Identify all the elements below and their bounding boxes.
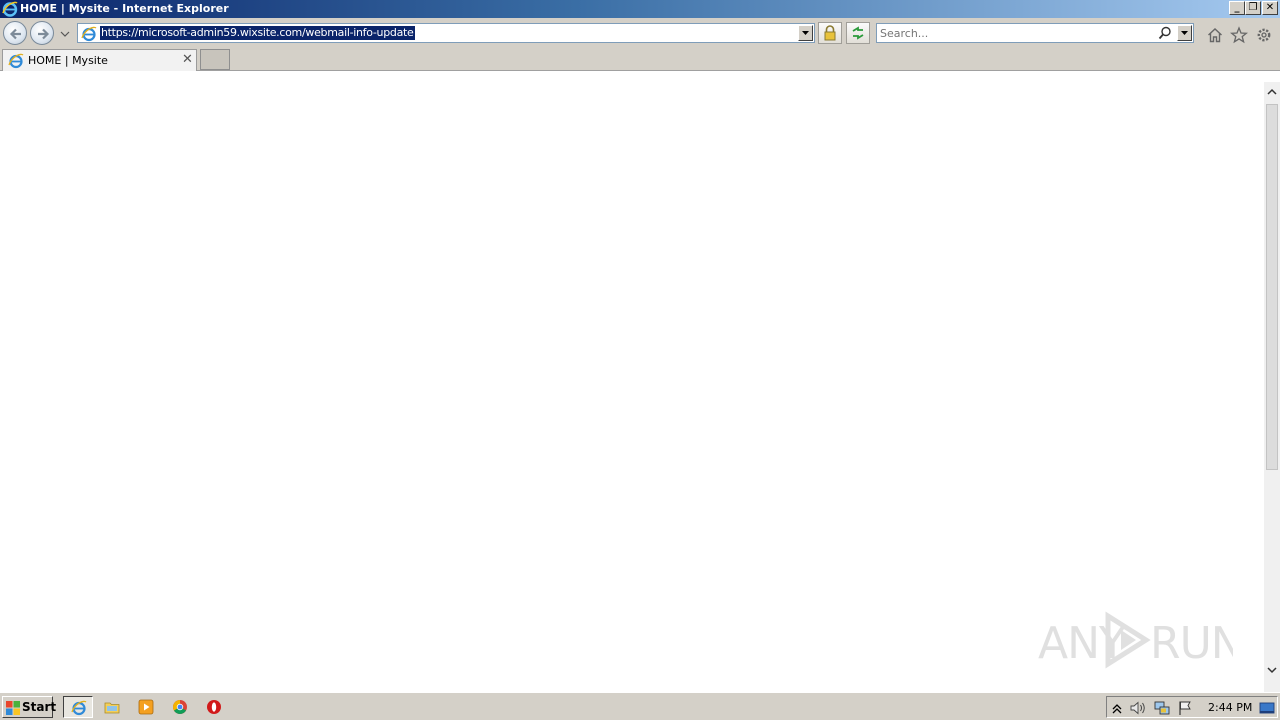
page-content[interactable] — [0, 71, 1264, 692]
address-bar[interactable]: https://microsoft-admin59.wixsite.com/we… — [77, 23, 815, 43]
search-icon[interactable] — [1158, 26, 1172, 40]
address-dropdown-button[interactable] — [798, 25, 813, 41]
tab-home-mysite[interactable]: HOME | Mysite ✕ — [2, 49, 197, 71]
start-button[interactable]: Start — [2, 696, 57, 718]
tab-bar: HOME | Mysite ✕ — [0, 48, 1280, 71]
vertical-scrollbar[interactable] — [1264, 82, 1280, 692]
restore-icon: ❐ — [1248, 2, 1258, 13]
network-icon[interactable] — [1153, 700, 1171, 716]
taskbar-chrome[interactable] — [165, 696, 195, 718]
folder-icon — [104, 702, 120, 714]
recent-pages-dropdown-icon[interactable] — [60, 31, 70, 37]
new-tab-button[interactable] — [200, 49, 230, 70]
home-icon[interactable] — [1206, 26, 1224, 44]
compatibility-refresh-button[interactable] — [846, 22, 870, 44]
system-tray: 2:44 PM — [1106, 696, 1278, 718]
compatibility-refresh-icon — [852, 26, 864, 40]
internet-explorer-icon — [71, 700, 87, 716]
windows-logo-icon — [6, 701, 20, 715]
show-desktop-icon[interactable] — [1259, 700, 1275, 716]
taskbar-file-explorer[interactable] — [97, 696, 127, 718]
scroll-up-arrow-icon[interactable] — [1266, 86, 1278, 98]
search-input[interactable] — [880, 25, 1150, 41]
taskbar-media-player[interactable] — [131, 696, 161, 718]
show-hidden-icons-icon[interactable] — [1111, 700, 1123, 716]
minimize-icon: _ — [1234, 2, 1240, 13]
page-ie-icon — [81, 26, 97, 42]
lock-icon — [824, 25, 836, 41]
forward-arrow-icon — [38, 28, 50, 40]
tab-label: HOME | Mysite — [28, 54, 108, 67]
navigation-bar: https://microsoft-admin59.wixsite.com/we… — [0, 18, 1280, 48]
gear-icon[interactable] — [1255, 26, 1273, 44]
window-titlebar[interactable]: HOME | Mysite - Internet Explorer _ ❐ ✕ — [0, 0, 1280, 18]
close-window-button[interactable]: ✕ — [1262, 1, 1278, 15]
restore-button[interactable]: ❐ — [1245, 1, 1261, 15]
close-icon: ✕ — [1265, 2, 1275, 13]
tab-favicon-icon — [8, 53, 24, 69]
taskbar-opera[interactable] — [199, 696, 229, 718]
start-label: Start — [22, 700, 57, 714]
star-icon[interactable] — [1230, 26, 1248, 44]
search-box[interactable] — [876, 23, 1194, 43]
anyrun-watermark-logo: ANY RUN — [1038, 611, 1233, 669]
internet-explorer-icon — [2, 1, 18, 17]
taskbar-clock[interactable]: 2:44 PM — [1208, 701, 1252, 714]
close-tab-icon[interactable]: ✕ — [182, 53, 193, 67]
action-center-flag-icon[interactable] — [1177, 700, 1193, 716]
search-dropdown-button[interactable] — [1177, 25, 1192, 41]
chevron-down-icon — [802, 31, 809, 35]
back-button[interactable] — [3, 21, 27, 45]
minimize-button[interactable]: _ — [1229, 1, 1245, 15]
security-report-button[interactable] — [818, 22, 842, 44]
opera-icon — [207, 700, 221, 714]
chevron-down-icon — [1181, 31, 1188, 35]
volume-icon[interactable] — [1129, 700, 1147, 716]
media-player-icon — [138, 699, 154, 715]
scrollbar-thumb[interactable] — [1266, 104, 1278, 470]
window-title: HOME | Mysite - Internet Explorer — [20, 2, 229, 15]
chrome-icon — [173, 700, 187, 714]
forward-button[interactable] — [30, 21, 54, 45]
address-url[interactable]: https://microsoft-admin59.wixsite.com/we… — [100, 26, 415, 40]
scroll-down-arrow-icon[interactable] — [1266, 664, 1278, 676]
back-arrow-icon — [9, 28, 21, 40]
taskbar-internet-explorer[interactable] — [63, 696, 93, 718]
taskbar: Start 2:44 PM — [0, 692, 1280, 720]
svg-text:RUN: RUN — [1150, 618, 1233, 669]
